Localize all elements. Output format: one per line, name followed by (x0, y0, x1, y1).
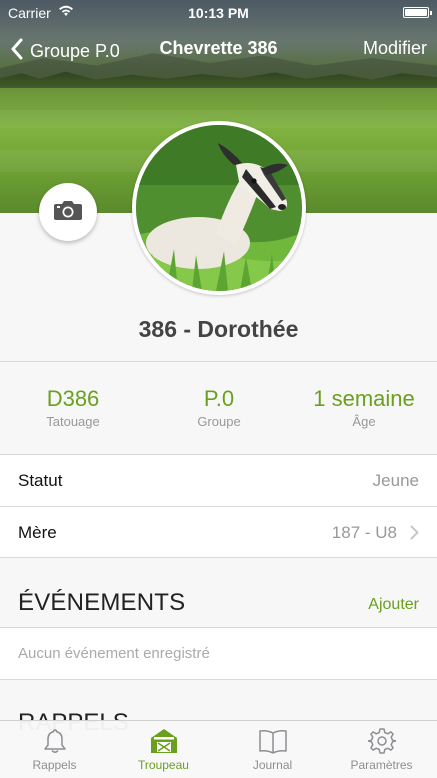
divider (0, 557, 437, 558)
chevron-left-icon (10, 38, 24, 65)
divider (0, 679, 437, 680)
tab-herd[interactable]: Troupeau (109, 727, 218, 772)
mother-row-label: Mère (18, 523, 57, 542)
status-row-label: Statut (18, 471, 63, 490)
add-event-button[interactable]: Ajouter (368, 596, 419, 614)
tab-reminders-label: Rappels (32, 758, 77, 772)
book-icon (258, 730, 287, 754)
mother-row[interactable]: Mère 187 - U8 (0, 507, 437, 558)
stat-tattoo: D386 Tatouage (0, 386, 146, 429)
status-row: Statut Jeune (0, 455, 437, 506)
camera-button[interactable] (39, 183, 97, 241)
stats-row: D386 Tatouage P.0 Groupe 1 semaine Âge (0, 362, 437, 454)
status-bar: Carrier 10:13 PM (0, 0, 437, 24)
stat-group: P.0 Groupe (146, 386, 292, 429)
stat-age: 1 semaine Âge (291, 386, 437, 429)
barn-icon (150, 729, 177, 753)
events-empty-text: Aucun événement enregistré (18, 645, 210, 662)
events-section-title: ÉVÉNEMENTS (18, 589, 186, 616)
tab-settings-label: Paramètres (350, 758, 413, 772)
mother-row-value: 187 - U8 (331, 523, 397, 542)
stat-age-value: 1 semaine (313, 386, 415, 411)
gear-icon (367, 728, 396, 754)
stat-tattoo-label: Tatouage (46, 414, 100, 429)
edit-button[interactable]: Modifier (363, 38, 427, 59)
back-button-label: Groupe P.0 (30, 41, 120, 61)
stat-age-label: Âge (352, 414, 376, 429)
tab-herd-label: Troupeau (138, 758, 189, 772)
clock: 10:13 PM (188, 5, 249, 21)
status-row-value: Jeune (372, 471, 419, 490)
battery-icon (403, 7, 432, 18)
tab-journal[interactable]: Journal (218, 727, 327, 772)
tab-settings[interactable]: Paramètres (327, 727, 436, 772)
animal-name: 386 - Dorothée (138, 316, 299, 342)
goat-photo (136, 125, 302, 291)
camera-icon (53, 198, 83, 227)
goat-avatar[interactable] (132, 121, 306, 295)
tab-journal-label: Journal (252, 758, 293, 772)
tab-bar: Rappels Troupeau Journal Paramètres (0, 720, 437, 778)
navigation-bar: Groupe P.0 Chevrette 386 Modifier (0, 30, 437, 68)
stat-group-label: Groupe (197, 414, 241, 429)
tab-reminders[interactable]: Rappels (0, 727, 109, 772)
events-empty-row: Aucun événement enregistré (0, 628, 437, 679)
stat-tattoo-value: D386 (46, 386, 100, 411)
bell-icon (43, 729, 66, 753)
stat-group-value: P.0 (203, 386, 235, 411)
chevron-right-icon (410, 525, 419, 540)
back-button[interactable]: Groupe P.0 (10, 38, 120, 65)
